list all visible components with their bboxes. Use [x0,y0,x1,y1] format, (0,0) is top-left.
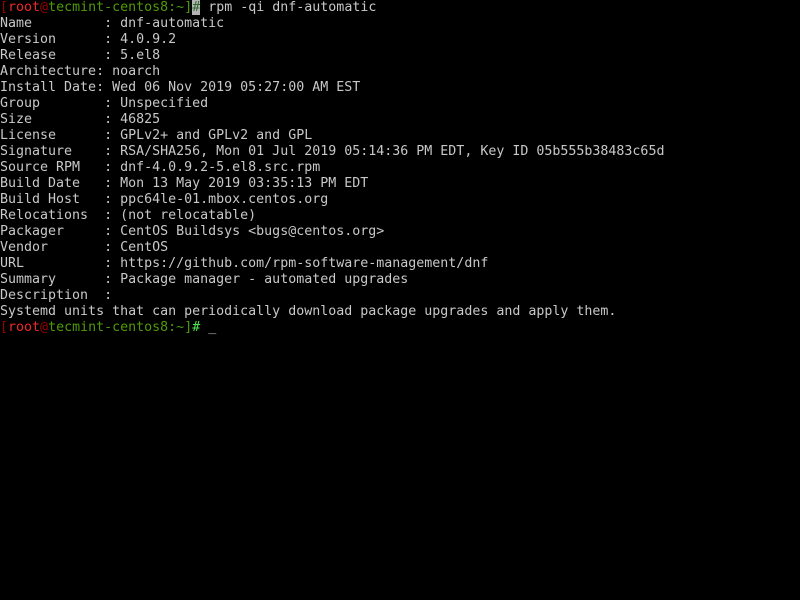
output-line: Signature : RSA/SHA256, Mon 01 Jul 2019 … [0,144,665,159]
terminal-window[interactable]: [root@tecmint-centos8:~]# rpm -qi dnf-au… [0,0,800,600]
prompt-path: ~ [176,320,185,335]
prompt-user: root [8,320,41,335]
output-line: Size : 46825 [0,112,161,127]
output-line: Build Host : ppc64le-01.mbox.centos.org [0,192,329,207]
prompt-open-bracket: [ [0,0,9,15]
command-prompt-line: [root@tecmint-centos8:~]# rpm -qi dnf-au… [0,0,800,16]
output-line: Relocations : (not relocatable) [0,208,257,223]
prompt-path: ~ [176,0,185,15]
output-line: Systemd units that can periodically down… [0,304,617,319]
output-line: License : GPLv2+ and GPLv2 and GPL [0,128,313,143]
output-line: URL : https://github.com/rpm-software-ma… [0,256,489,271]
prompt-colon: : [168,320,177,335]
output-line: Vendor : CentOS [0,240,169,255]
command-output: Name : dnf-automatic Version : 4.0.9.2 Rel… [0,16,800,320]
prompt-close-bracket: ] [184,320,193,335]
output-line: Description : [0,288,113,303]
output-line: Packager : CentOS Buildsys <bugs@centos.… [0,224,385,239]
prompt-at-sign: @ [40,320,49,335]
prompt-at-sign: @ [40,0,49,15]
output-line: Install Date: Wed 06 Nov 2019 05:27:00 A… [0,80,361,95]
output-line: Version : 4.0.9.2 [0,32,177,47]
output-line: Summary : Package manager - automated up… [0,272,409,287]
output-line: Source RPM : dnf-4.0.9.2-5.el8.src.rpm [0,160,321,175]
typed-command: rpm -qi dnf-automatic [200,0,377,15]
prompt-user: root [8,0,41,15]
text-cursor: _ [208,320,217,335]
output-line: Release : 5.el8 [0,48,161,63]
prompt-hostname: tecmint-centos8 [48,0,169,15]
prompt-hostname: tecmint-centos8 [48,320,169,335]
output-line: Architecture: noarch [0,64,161,79]
output-line: Group : Unspecified [0,96,209,111]
prompt-close-bracket: ] [184,0,193,15]
output-line: Name : dnf-automatic [0,16,225,31]
prompt-open-bracket: [ [0,320,9,335]
trailing-prompt-line: [root@tecmint-centos8:~]# _ [0,320,800,336]
output-line: Build Date : Mon 13 May 2019 03:35:13 PM… [0,176,369,191]
prompt-colon: : [168,0,177,15]
